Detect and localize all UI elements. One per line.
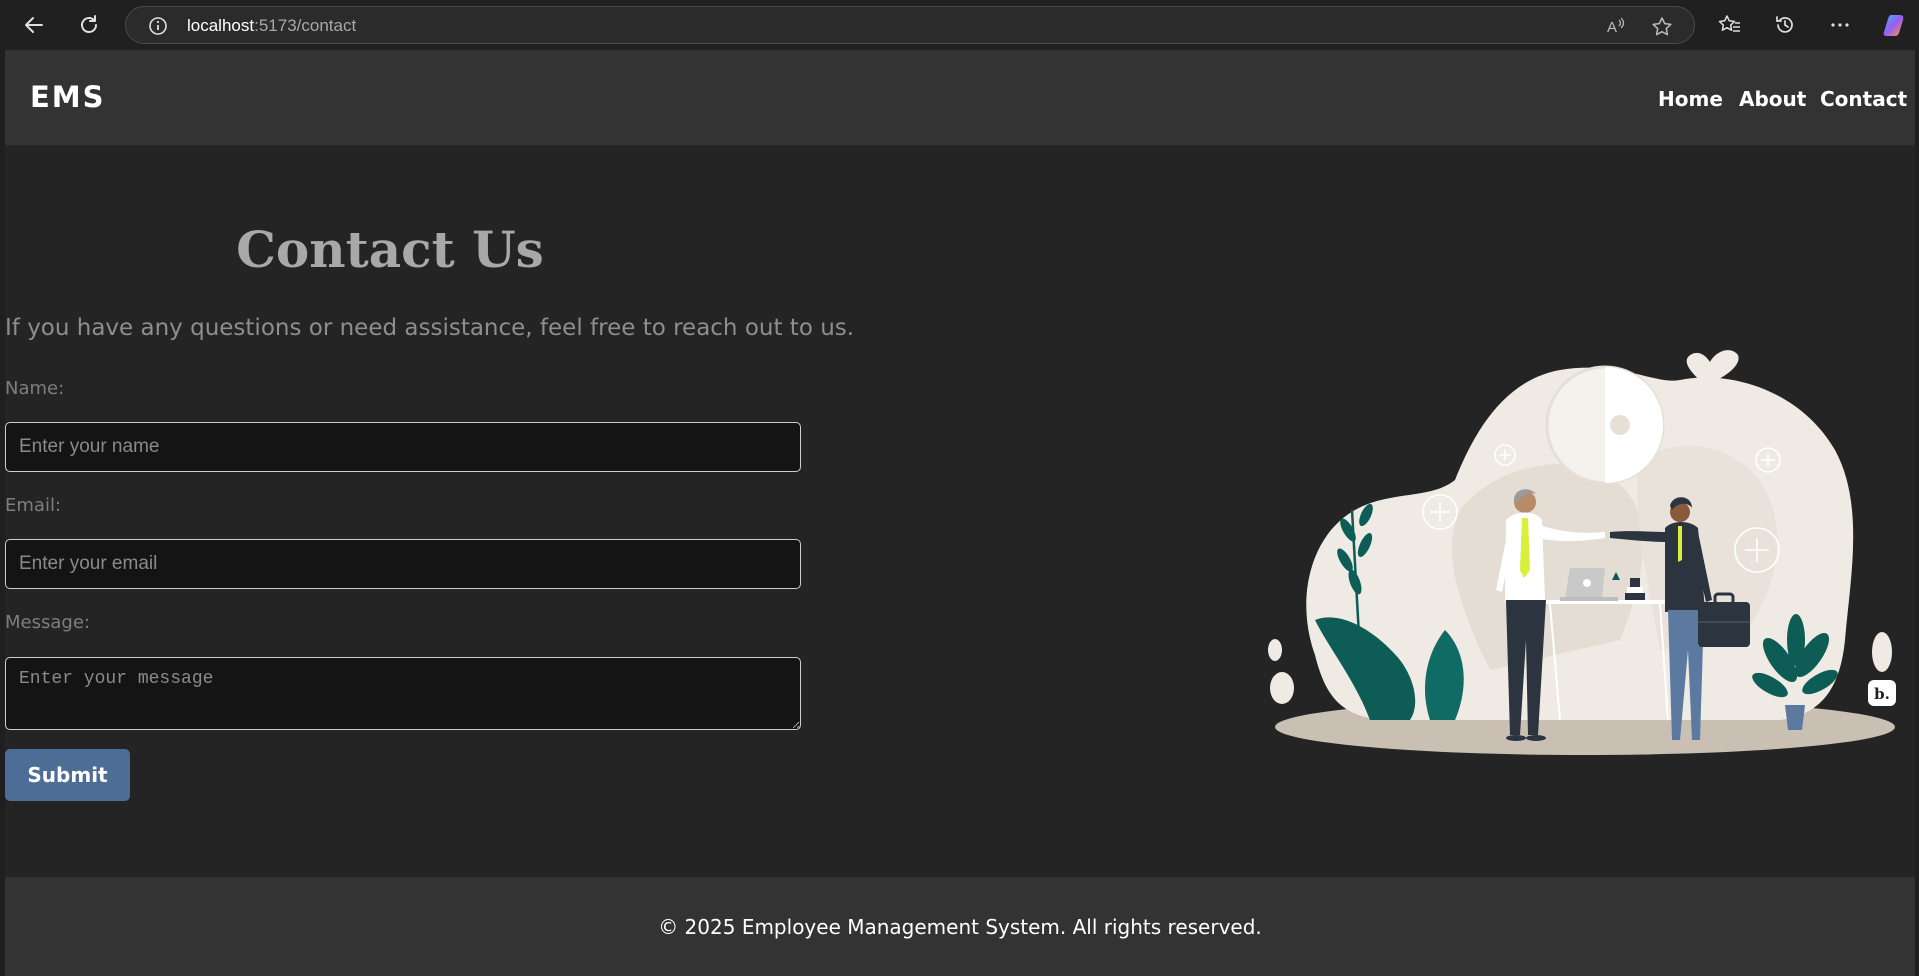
site-info-icon[interactable] [148,16,168,36]
url-path: :5173/contact [254,16,357,35]
page: EMS Home About Contact Contact Us If you… [5,50,1915,976]
address-bar[interactable]: localhost:5173/contact A [125,6,1695,44]
browser-toolbar: localhost:5173/contact A [0,0,1919,50]
copilot-button[interactable] [1879,9,1911,41]
footer-text: © 2025 Employee Management System. All r… [658,915,1262,939]
page-title: Contact Us [236,220,544,279]
message-textarea[interactable] [5,657,801,730]
nav-link-contact[interactable]: Contact [1820,87,1907,111]
submit-button[interactable]: Submit [5,749,130,801]
more-options-button[interactable] [1824,9,1856,41]
favorites-button[interactable] [1714,9,1746,41]
url-text[interactable]: localhost:5173/contact [187,16,356,36]
handshake-illustration: b. [1268,350,1896,755]
url-host: localhost [187,16,255,35]
favorites-icon [1718,15,1740,32]
footer: © 2025 Employee Management System. All r… [5,877,1915,976]
brand-badge: b. [1874,685,1890,703]
name-input[interactable] [5,422,801,472]
svg-text:A: A [1607,19,1617,36]
favorite-star-icon[interactable] [1651,16,1673,38]
back-button[interactable] [18,9,50,41]
back-arrow-icon [25,17,43,33]
history-button[interactable] [1769,9,1801,41]
copilot-icon [1883,15,1904,36]
refresh-icon [81,15,97,33]
message-label: Message: [5,612,90,633]
nav-link-home[interactable]: Home [1658,87,1723,111]
more-options-icon [1831,23,1849,27]
lead-text: If you have any questions or need assist… [5,315,855,341]
history-icon [1776,16,1793,33]
nav-link-about[interactable]: About [1739,87,1806,111]
email-input[interactable] [5,539,801,589]
navbar: EMS Home About Contact [5,50,1915,145]
logo[interactable]: EMS [30,80,106,114]
refresh-button[interactable] [73,9,105,41]
name-label: Name: [5,378,65,399]
email-label: Email: [5,495,62,516]
read-aloud-icon[interactable]: A [1606,16,1628,36]
